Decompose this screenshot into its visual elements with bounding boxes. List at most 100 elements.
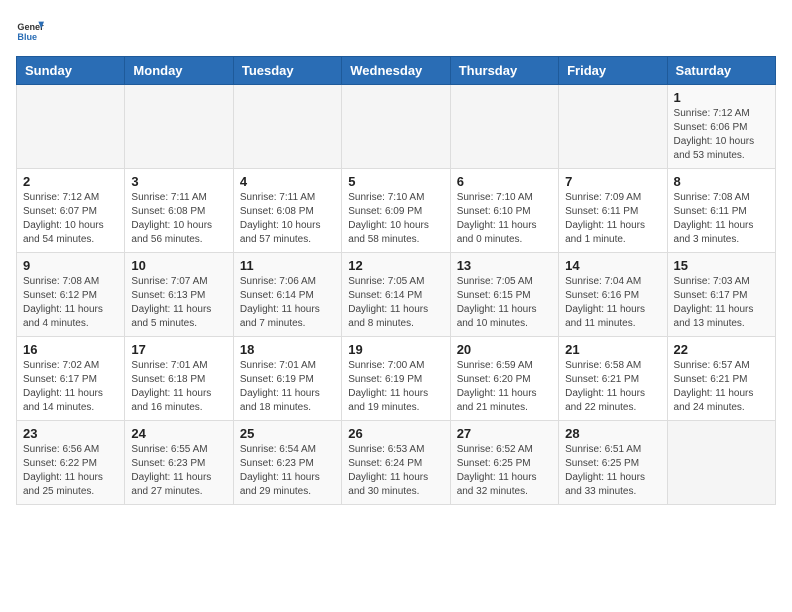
day-cell: 18 Sunrise: 7:01 AM Sunset: 6:19 PM Dayli… xyxy=(233,337,341,421)
day-number: 6 xyxy=(457,174,552,189)
week-row-5: 23 Sunrise: 6:56 AM Sunset: 6:22 PM Dayli… xyxy=(17,421,776,505)
day-info: Sunrise: 7:01 AM Sunset: 6:19 PM Dayligh… xyxy=(240,359,335,415)
day-number: 24 xyxy=(131,426,226,441)
day-number: 9 xyxy=(23,258,118,273)
day-cell: 11 Sunrise: 7:06 AM Sunset: 6:14 PM Dayli… xyxy=(233,253,341,337)
day-info: Sunrise: 6:52 AM Sunset: 6:25 PM Dayligh… xyxy=(457,443,552,499)
day-number: 22 xyxy=(674,342,769,357)
header: General Blue xyxy=(16,16,776,44)
day-number: 25 xyxy=(240,426,335,441)
day-info: Sunrise: 6:58 AM Sunset: 6:21 PM Dayligh… xyxy=(565,359,660,415)
day-cell: 5 Sunrise: 7:10 AM Sunset: 6:09 PM Daylig… xyxy=(342,169,450,253)
header-cell-friday: Friday xyxy=(559,57,667,85)
day-info: Sunrise: 7:06 AM Sunset: 6:14 PM Dayligh… xyxy=(240,275,335,331)
day-info: Sunrise: 6:54 AM Sunset: 6:23 PM Dayligh… xyxy=(240,443,335,499)
day-info: Sunrise: 7:03 AM Sunset: 6:17 PM Dayligh… xyxy=(674,275,769,331)
day-info: Sunrise: 6:53 AM Sunset: 6:24 PM Dayligh… xyxy=(348,443,443,499)
day-info: Sunrise: 6:59 AM Sunset: 6:20 PM Dayligh… xyxy=(457,359,552,415)
week-row-4: 16Sunrise: 7:02 AM Sunset: 6:17 PM Dayli… xyxy=(17,337,776,421)
day-info: Sunrise: 7:07 AM Sunset: 6:13 PM Dayligh… xyxy=(131,275,226,331)
day-number: 4 xyxy=(240,174,335,189)
day-info: Sunrise: 6:56 AM Sunset: 6:22 PM Dayligh… xyxy=(23,443,118,499)
day-info: Sunrise: 7:10 AM Sunset: 6:10 PM Dayligh… xyxy=(457,191,552,247)
day-cell xyxy=(125,85,233,169)
day-cell: 10 Sunrise: 7:07 AM Sunset: 6:13 PM Dayli… xyxy=(125,253,233,337)
day-number: 23 xyxy=(23,426,118,441)
day-number: 26 xyxy=(348,426,443,441)
day-cell: 24 Sunrise: 6:55 AM Sunset: 6:23 PM Dayli… xyxy=(125,421,233,505)
day-info: Sunrise: 7:12 AM Sunset: 6:07 PM Dayligh… xyxy=(23,191,118,247)
day-number: 27 xyxy=(457,426,552,441)
day-cell: 1 Sunrise: 7:12 AM Sunset: 6:06 PM Daylig… xyxy=(667,85,775,169)
day-cell: 8Sunrise: 7:08 AM Sunset: 6:11 PM Daylig… xyxy=(667,169,775,253)
day-cell: 3 Sunrise: 7:11 AM Sunset: 6:08 PM Daylig… xyxy=(125,169,233,253)
day-cell xyxy=(450,85,558,169)
header-cell-thursday: Thursday xyxy=(450,57,558,85)
day-info: Sunrise: 7:11 AM Sunset: 6:08 PM Dayligh… xyxy=(240,191,335,247)
day-number: 18 xyxy=(240,342,335,357)
day-info: Sunrise: 6:55 AM Sunset: 6:23 PM Dayligh… xyxy=(131,443,226,499)
day-cell: 16Sunrise: 7:02 AM Sunset: 6:17 PM Dayli… xyxy=(17,337,125,421)
day-number: 16 xyxy=(23,342,118,357)
header-cell-monday: Monday xyxy=(125,57,233,85)
week-row-2: 2 Sunrise: 7:12 AM Sunset: 6:07 PM Daylig… xyxy=(17,169,776,253)
header-cell-wednesday: Wednesday xyxy=(342,57,450,85)
day-number: 14 xyxy=(565,258,660,273)
day-number: 28 xyxy=(565,426,660,441)
svg-text:Blue: Blue xyxy=(17,32,37,42)
day-cell: 13 Sunrise: 7:05 AM Sunset: 6:15 PM Dayli… xyxy=(450,253,558,337)
day-info: Sunrise: 7:04 AM Sunset: 6:16 PM Dayligh… xyxy=(565,275,660,331)
day-number: 3 xyxy=(131,174,226,189)
day-cell: 4 Sunrise: 7:11 AM Sunset: 6:08 PM Daylig… xyxy=(233,169,341,253)
calendar-table: SundayMondayTuesdayWednesdayThursdayFrid… xyxy=(16,56,776,505)
day-number: 1 xyxy=(674,90,769,105)
day-number: 20 xyxy=(457,342,552,357)
day-cell: 14 Sunrise: 7:04 AM Sunset: 6:16 PM Dayli… xyxy=(559,253,667,337)
day-cell: 17 Sunrise: 7:01 AM Sunset: 6:18 PM Dayli… xyxy=(125,337,233,421)
header-cell-saturday: Saturday xyxy=(667,57,775,85)
day-cell xyxy=(342,85,450,169)
day-cell xyxy=(17,85,125,169)
day-number: 8 xyxy=(674,174,769,189)
header-cell-sunday: Sunday xyxy=(17,57,125,85)
day-cell: 28Sunrise: 6:51 AM Sunset: 6:25 PM Dayli… xyxy=(559,421,667,505)
day-cell: 9 Sunrise: 7:08 AM Sunset: 6:12 PM Daylig… xyxy=(17,253,125,337)
day-number: 2 xyxy=(23,174,118,189)
day-number: 15 xyxy=(674,258,769,273)
day-number: 13 xyxy=(457,258,552,273)
header-cell-tuesday: Tuesday xyxy=(233,57,341,85)
day-cell: 12 Sunrise: 7:05 AM Sunset: 6:14 PM Dayli… xyxy=(342,253,450,337)
day-cell: 19Sunrise: 7:00 AM Sunset: 6:19 PM Dayli… xyxy=(342,337,450,421)
day-number: 17 xyxy=(131,342,226,357)
day-info: Sunrise: 7:05 AM Sunset: 6:15 PM Dayligh… xyxy=(457,275,552,331)
logo: General Blue xyxy=(16,16,52,44)
day-info: Sunrise: 7:08 AM Sunset: 6:12 PM Dayligh… xyxy=(23,275,118,331)
day-info: Sunrise: 7:12 AM Sunset: 6:06 PM Dayligh… xyxy=(674,107,769,163)
day-number: 21 xyxy=(565,342,660,357)
week-row-1: 1 Sunrise: 7:12 AM Sunset: 6:06 PM Daylig… xyxy=(17,85,776,169)
day-cell: 22Sunrise: 6:57 AM Sunset: 6:21 PM Dayli… xyxy=(667,337,775,421)
day-info: Sunrise: 7:10 AM Sunset: 6:09 PM Dayligh… xyxy=(348,191,443,247)
day-info: Sunrise: 7:09 AM Sunset: 6:11 PM Dayligh… xyxy=(565,191,660,247)
day-cell: 25 Sunrise: 6:54 AM Sunset: 6:23 PM Dayli… xyxy=(233,421,341,505)
day-cell: 20 Sunrise: 6:59 AM Sunset: 6:20 PM Dayli… xyxy=(450,337,558,421)
day-cell: 7 Sunrise: 7:09 AM Sunset: 6:11 PM Daylig… xyxy=(559,169,667,253)
day-cell: 26 Sunrise: 6:53 AM Sunset: 6:24 PM Dayli… xyxy=(342,421,450,505)
day-info: Sunrise: 7:05 AM Sunset: 6:14 PM Dayligh… xyxy=(348,275,443,331)
day-cell: 21 Sunrise: 6:58 AM Sunset: 6:21 PM Dayli… xyxy=(559,337,667,421)
day-number: 11 xyxy=(240,258,335,273)
day-number: 5 xyxy=(348,174,443,189)
day-info: Sunrise: 7:01 AM Sunset: 6:18 PM Dayligh… xyxy=(131,359,226,415)
day-cell: 15 Sunrise: 7:03 AM Sunset: 6:17 PM Dayli… xyxy=(667,253,775,337)
day-info: Sunrise: 7:11 AM Sunset: 6:08 PM Dayligh… xyxy=(131,191,226,247)
day-info: Sunrise: 7:00 AM Sunset: 6:19 PM Dayligh… xyxy=(348,359,443,415)
day-number: 10 xyxy=(131,258,226,273)
day-cell xyxy=(559,85,667,169)
generalblue-logo-icon: General Blue xyxy=(16,16,44,44)
day-number: 7 xyxy=(565,174,660,189)
day-cell: 27 Sunrise: 6:52 AM Sunset: 6:25 PM Dayli… xyxy=(450,421,558,505)
day-cell xyxy=(667,421,775,505)
day-cell: 2 Sunrise: 7:12 AM Sunset: 6:07 PM Daylig… xyxy=(17,169,125,253)
day-cell xyxy=(233,85,341,169)
day-number: 12 xyxy=(348,258,443,273)
